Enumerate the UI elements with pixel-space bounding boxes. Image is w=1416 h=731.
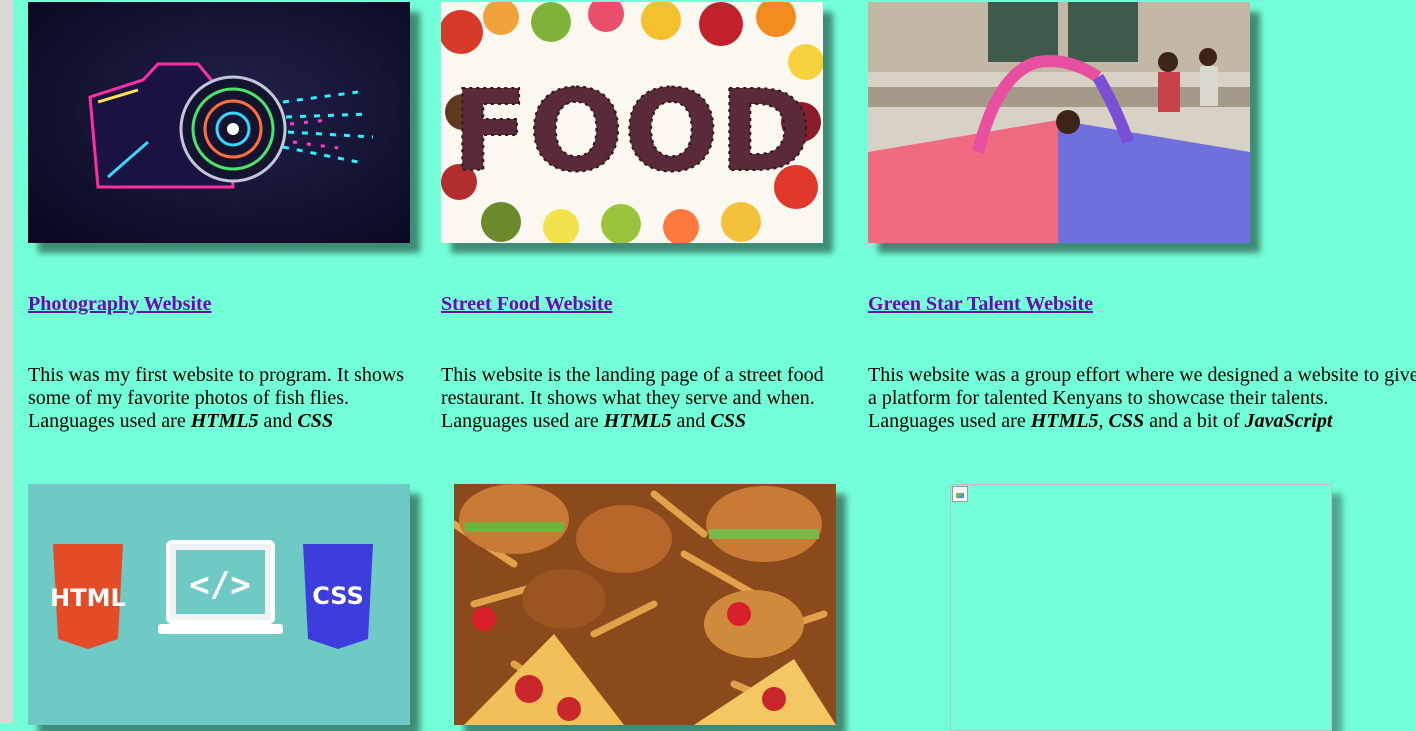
html-css-thumbnail[interactable]: HTML </> CSS bbox=[28, 484, 410, 725]
street-food-thumbnail[interactable]: FOOD bbox=[441, 2, 823, 243]
fast-food-photo-image bbox=[454, 484, 836, 725]
languages-line: Languages used are HTML5 and CSS bbox=[28, 410, 404, 433]
project-title-green-star[interactable]: Green Star Talent Website bbox=[868, 293, 1093, 316]
description-line: some of my favorite photos of fish flies… bbox=[28, 387, 350, 409]
languages-separator: and a bit of bbox=[1144, 410, 1245, 432]
languages-label: Languages used are bbox=[868, 410, 1031, 432]
description-line: This website is the landing page of a st… bbox=[441, 364, 824, 386]
languages-separator: , bbox=[1098, 410, 1109, 432]
language-name: HTML5 bbox=[603, 410, 672, 432]
project-description-photography: This was my first website to program. It… bbox=[28, 364, 404, 433]
description-line: This was my first website to program. It… bbox=[28, 364, 405, 386]
languages-separator: and bbox=[258, 410, 298, 432]
project-description-street-food: This website is the landing page of a st… bbox=[441, 364, 824, 433]
food-word-graphic: FOOD bbox=[452, 67, 812, 197]
acrobatics-photo-image bbox=[868, 2, 1250, 243]
languages-line: Languages used are HTML5, CSS and a bit … bbox=[868, 410, 1416, 433]
languages-label: Languages used are bbox=[441, 410, 604, 432]
project-title-photography[interactable]: Photography Website bbox=[28, 293, 212, 316]
description-line: This website was a group effort where we… bbox=[868, 364, 1416, 386]
language-name: HTML5 bbox=[1030, 410, 1099, 432]
languages-line: Languages used are HTML5 and CSS bbox=[441, 410, 824, 433]
language-name: CSS bbox=[1108, 410, 1145, 432]
green-star-thumbnail[interactable] bbox=[868, 2, 1250, 243]
project-description-green-star: This website was a group effort where we… bbox=[868, 364, 1416, 433]
language-name: HTML5 bbox=[190, 410, 259, 432]
broken-image-icon bbox=[952, 486, 968, 502]
html-badge-text: HTML bbox=[50, 584, 126, 612]
fast-food-thumbnail[interactable] bbox=[454, 484, 836, 725]
description-line: a platform for talented Kenyans to showc… bbox=[868, 387, 1329, 409]
project-title-street-food[interactable]: Street Food Website bbox=[441, 293, 612, 316]
photography-thumbnail[interactable] bbox=[28, 2, 410, 243]
camera-illustration-image bbox=[28, 2, 410, 243]
languages-separator: and bbox=[671, 410, 711, 432]
languages-label: Languages used are bbox=[28, 410, 191, 432]
page-left-border bbox=[0, 0, 13, 723]
language-name: CSS bbox=[710, 410, 746, 432]
description-line: restaurant. It shows what they serve and… bbox=[441, 387, 815, 409]
language-name: CSS bbox=[297, 410, 333, 432]
code-symbol-text: </> bbox=[189, 565, 250, 605]
css-badge-text: CSS bbox=[312, 582, 364, 610]
food-collage-image: FOOD bbox=[441, 2, 823, 243]
html-css-illustration-image: HTML </> CSS bbox=[28, 484, 410, 725]
broken-image-placeholder[interactable] bbox=[950, 484, 1332, 731]
language-name: JavaScript bbox=[1244, 410, 1333, 432]
